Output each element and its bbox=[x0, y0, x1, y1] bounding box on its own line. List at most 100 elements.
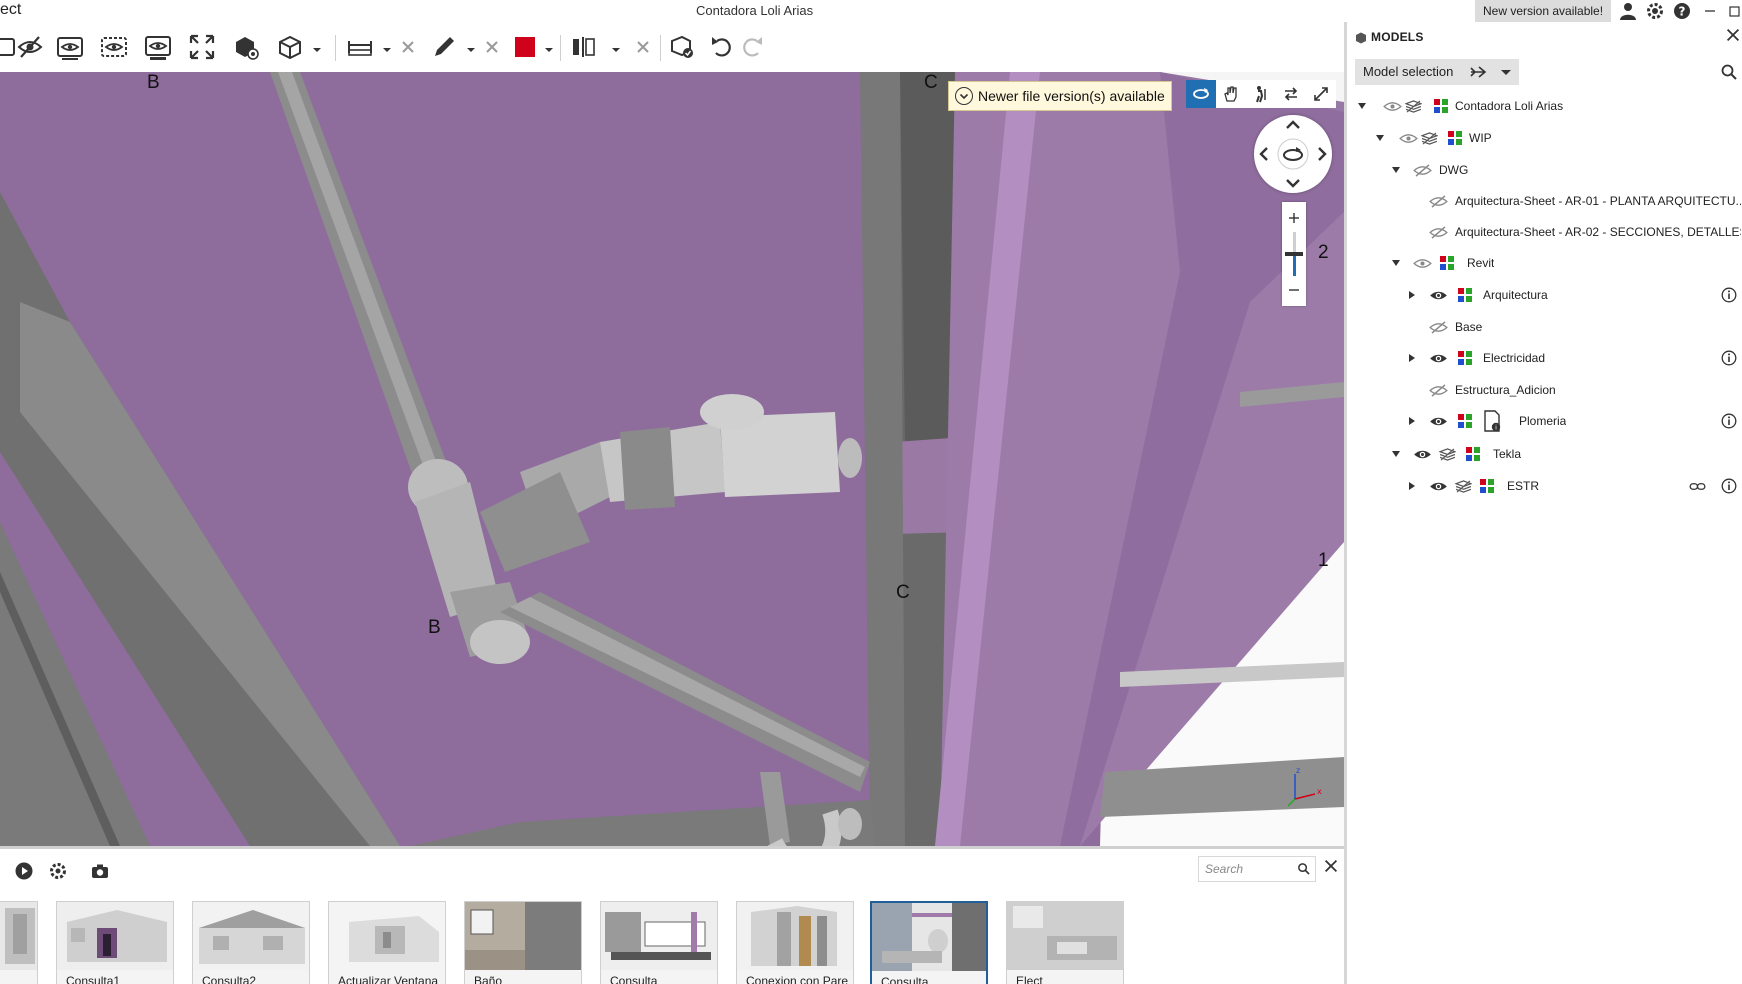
saved-view-thumbnail[interactable]: Conexion con Pare bbox=[736, 901, 854, 984]
minimize-icon[interactable] bbox=[1700, 1, 1720, 21]
saved-view-thumbnail-selected[interactable]: Consulta bbox=[870, 901, 988, 984]
chevron-down-icon[interactable] bbox=[312, 42, 322, 52]
saved-view-thumbnail[interactable]: Baño bbox=[464, 901, 582, 984]
new-version-button[interactable]: New version available! bbox=[1475, 0, 1612, 22]
expand-caret-icon[interactable] bbox=[1357, 101, 1367, 111]
model-selection-button[interactable]: Model selection bbox=[1355, 59, 1462, 85]
eye-icon[interactable] bbox=[1413, 164, 1432, 177]
clear-markup-icon[interactable] bbox=[476, 31, 508, 63]
tree-row[interactable]: Tekla bbox=[1347, 442, 1742, 466]
eye-icon[interactable] bbox=[1429, 289, 1448, 302]
tree-row[interactable]: i Plomeria bbox=[1347, 409, 1742, 433]
expand-caret-icon[interactable] bbox=[1391, 449, 1401, 459]
zoom-slider[interactable] bbox=[1282, 202, 1306, 306]
fullscreen-icon[interactable] bbox=[1306, 80, 1336, 108]
eye-icon[interactable] bbox=[1429, 415, 1448, 428]
eye-icon[interactable] bbox=[1429, 321, 1448, 334]
redo-icon[interactable] bbox=[736, 31, 768, 63]
clear-measure-icon[interactable] bbox=[392, 31, 424, 63]
eye-icon[interactable] bbox=[1399, 132, 1418, 145]
user-icon[interactable] bbox=[1618, 1, 1638, 21]
eye-icon[interactable] bbox=[1429, 352, 1448, 365]
layers-icon[interactable] bbox=[1438, 448, 1457, 461]
help-icon[interactable]: ? bbox=[1672, 1, 1692, 21]
section-plane-icon[interactable] bbox=[568, 31, 600, 63]
gear-icon[interactable] bbox=[46, 859, 70, 883]
saved-view-thumbnail[interactable]: Consulta1 bbox=[56, 901, 174, 984]
expand-caret-icon[interactable] bbox=[1391, 165, 1401, 175]
tree-row[interactable]: Electricidad bbox=[1347, 346, 1742, 370]
tree-row[interactable]: ESTR bbox=[1347, 474, 1742, 498]
layers-icon[interactable] bbox=[1420, 132, 1439, 145]
expand-caret-icon[interactable] bbox=[1375, 133, 1385, 143]
collapse-caret-icon[interactable] bbox=[1407, 481, 1417, 491]
saved-view-thumbnail[interactable] bbox=[0, 901, 38, 984]
tree-row[interactable]: DWG bbox=[1347, 158, 1742, 182]
tree-row[interactable]: Revit bbox=[1347, 251, 1742, 275]
close-icon[interactable] bbox=[1724, 26, 1742, 50]
collapse-caret-icon[interactable] bbox=[1407, 416, 1417, 426]
eye-icon[interactable] bbox=[1413, 257, 1432, 270]
markup-pen-icon[interactable] bbox=[428, 31, 460, 63]
saved-view-thumbnail[interactable]: Elect bbox=[1006, 901, 1124, 984]
tree-row[interactable]: WIP bbox=[1347, 126, 1742, 150]
undo-icon[interactable] bbox=[706, 31, 738, 63]
eye-icon[interactable] bbox=[1429, 384, 1448, 397]
3d-viewport[interactable]: B B C C 2 1 Newer file version(s) availa… bbox=[0, 72, 1344, 846]
tree-row[interactable]: Estructura_Adicion bbox=[1347, 378, 1742, 402]
chevron-down-icon[interactable] bbox=[466, 42, 476, 52]
navigation-wheel[interactable] bbox=[1254, 115, 1332, 193]
tree-row[interactable]: Arquitectura-Sheet - AR-02 - SECCIONES, … bbox=[1347, 220, 1742, 244]
swap-icon[interactable] bbox=[1276, 80, 1306, 108]
link-icon[interactable] bbox=[1689, 481, 1706, 492]
orbit-icon[interactable] bbox=[1186, 80, 1216, 108]
hide-icon[interactable] bbox=[14, 31, 46, 63]
tree-row[interactable]: Arquitectura-Sheet - AR-01 - PLANTA ARQU… bbox=[1347, 189, 1742, 213]
info-icon[interactable] bbox=[1721, 287, 1737, 303]
tree-row[interactable]: Base bbox=[1347, 315, 1742, 339]
newer-file-notice[interactable]: Newer file version(s) available bbox=[948, 81, 1172, 111]
layers-icon[interactable] bbox=[1404, 100, 1423, 113]
close-icon[interactable] bbox=[1322, 857, 1342, 879]
camera-icon[interactable] bbox=[88, 859, 112, 883]
color-picker-icon[interactable] bbox=[509, 31, 541, 63]
tree-row[interactable]: Contadora Loli Arias bbox=[1347, 94, 1742, 118]
show-selected-icon[interactable] bbox=[98, 31, 130, 63]
fit-all-icon[interactable] bbox=[186, 31, 218, 63]
tree-row[interactable]: Arquitectura bbox=[1347, 283, 1742, 307]
object-settings-icon[interactable] bbox=[230, 31, 262, 63]
eye-icon[interactable] bbox=[1383, 100, 1402, 113]
info-icon[interactable] bbox=[1721, 350, 1737, 366]
show-all-icon[interactable] bbox=[142, 31, 174, 63]
filter-dropdown[interactable] bbox=[1461, 59, 1519, 85]
saved-view-thumbnail[interactable]: Consulta bbox=[600, 901, 718, 984]
chevron-down-icon[interactable] bbox=[544, 42, 554, 52]
view-cube-icon[interactable] bbox=[274, 31, 306, 63]
play-icon[interactable] bbox=[12, 859, 36, 883]
collapse-caret-icon[interactable] bbox=[1407, 353, 1417, 363]
search-icon[interactable] bbox=[1297, 862, 1310, 878]
views-search-input[interactable]: Search bbox=[1198, 856, 1316, 882]
model-scene[interactable] bbox=[0, 72, 1344, 846]
clash-check-icon[interactable] bbox=[666, 31, 698, 63]
measure-icon[interactable] bbox=[344, 31, 376, 63]
saved-view-thumbnail[interactable]: Consulta2 bbox=[192, 901, 310, 984]
walk-icon[interactable] bbox=[1246, 80, 1276, 108]
collapse-caret-icon[interactable] bbox=[1407, 290, 1417, 300]
chevron-down-icon[interactable] bbox=[611, 42, 621, 52]
expand-caret-icon[interactable] bbox=[1391, 258, 1401, 268]
saved-view-thumbnail[interactable]: Actualizar Ventana bbox=[328, 901, 446, 984]
pan-hand-icon[interactable] bbox=[1216, 80, 1246, 108]
eye-icon[interactable] bbox=[1429, 480, 1448, 493]
layers-icon[interactable] bbox=[1454, 480, 1473, 493]
search-icon[interactable] bbox=[1720, 63, 1738, 81]
gear-icon[interactable] bbox=[1645, 1, 1665, 21]
eye-icon[interactable] bbox=[1429, 226, 1448, 239]
clear-section-icon[interactable] bbox=[627, 31, 659, 63]
eye-icon[interactable] bbox=[1429, 195, 1448, 208]
eye-icon[interactable] bbox=[1413, 448, 1432, 461]
info-icon[interactable] bbox=[1721, 478, 1737, 494]
restore-icon[interactable] bbox=[1724, 1, 1742, 21]
isolate-icon[interactable] bbox=[54, 31, 86, 63]
chevron-down-icon[interactable] bbox=[382, 42, 392, 52]
